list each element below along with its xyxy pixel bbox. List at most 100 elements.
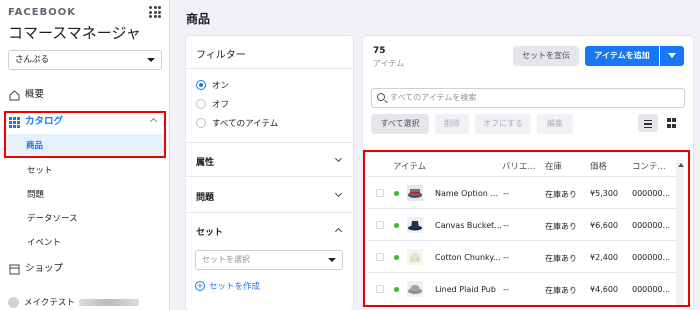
plus-circle-icon: + xyxy=(195,281,205,291)
column-header-content[interactable]: コンテ... xyxy=(632,160,666,172)
app-title: コマースマネージャ xyxy=(8,24,141,42)
column-header-item[interactable]: アイテム xyxy=(393,160,426,172)
section-label: 属性 xyxy=(196,158,215,168)
create-set-label: セットを作成 xyxy=(209,282,261,292)
item-price: ¥5,300 xyxy=(590,189,618,198)
search-icon xyxy=(377,93,385,101)
nav-overview-label: 概要 xyxy=(25,89,45,100)
nav-shops[interactable]: ショップ xyxy=(8,261,63,277)
filter-option-label: オン xyxy=(212,81,230,91)
item-price: ¥4,600 xyxy=(590,285,618,294)
item-name: Name Option ... xyxy=(435,189,499,198)
filter-panel: フィルター オン オフ すべてのアイテム 属性 問題 セット セットを選択 + … xyxy=(186,36,353,310)
filter-option-label: すべてのアイテム xyxy=(212,119,279,129)
nav-overview[interactable]: 概要 xyxy=(8,87,44,103)
column-header-variant[interactable]: バリエ... xyxy=(502,160,536,172)
app-grid-icon[interactable] xyxy=(149,6,161,18)
filter-radio-off[interactable]: オフ xyxy=(196,98,229,110)
item-price: ¥6,600 xyxy=(590,221,618,230)
item-content-id: 000000... xyxy=(632,253,671,262)
row-checkbox[interactable] xyxy=(376,285,384,293)
caret-down-icon xyxy=(147,58,155,62)
item-variant: -- xyxy=(503,189,509,198)
add-items-dropdown[interactable] xyxy=(660,46,684,66)
nav-data-sources[interactable]: データソース xyxy=(27,212,78,226)
status-active-icon xyxy=(394,287,399,292)
caret-down-icon xyxy=(328,258,336,262)
user-name: メイクテスト xyxy=(24,298,75,308)
radio-icon xyxy=(196,99,206,109)
grid-view-icon[interactable] xyxy=(662,114,682,132)
set-select-placeholder: セットを選択 xyxy=(202,255,250,264)
status-active-icon xyxy=(394,191,399,196)
product-thumbnail xyxy=(407,185,423,201)
status-active-icon xyxy=(394,255,399,260)
column-header-stock[interactable]: 在庫 xyxy=(545,160,562,172)
edit-button[interactable]: 編集 xyxy=(537,114,573,134)
nav-events[interactable]: イベント xyxy=(27,236,61,250)
page-title: 商品 xyxy=(186,12,211,26)
radio-icon xyxy=(196,118,206,128)
account-selector[interactable]: さんぷる xyxy=(8,50,162,70)
set-select[interactable]: セットを選択 xyxy=(195,250,343,270)
divider xyxy=(186,68,353,69)
search-input[interactable]: すべてのアイテムを検索 xyxy=(371,88,685,108)
create-set-link[interactable]: + セットを作成 xyxy=(195,280,260,292)
caret-down-icon xyxy=(668,53,676,58)
item-content-id: 000000... xyxy=(632,221,671,230)
highlight-box-catalog xyxy=(4,111,166,158)
item-stock: 在庫あり xyxy=(545,286,577,295)
shop-icon xyxy=(8,263,20,275)
home-icon xyxy=(8,89,20,101)
section-label: セット xyxy=(196,228,224,238)
chevron-down-icon xyxy=(334,189,343,198)
redacted-text xyxy=(78,298,139,306)
filter-radio-on[interactable]: オン xyxy=(196,79,229,91)
column-header-price[interactable]: 価格 xyxy=(590,160,607,172)
item-content-id: 000000... xyxy=(632,189,671,198)
filter-radio-all[interactable]: すべてのアイテム xyxy=(196,117,278,129)
product-thumbnail xyxy=(407,249,423,265)
row-checkbox[interactable] xyxy=(376,253,384,261)
brand-label: FACEBOOK xyxy=(8,7,76,18)
search-placeholder: すべてのアイテムを検索 xyxy=(390,93,477,102)
delete-button[interactable]: 削除 xyxy=(435,114,469,134)
row-checkbox[interactable] xyxy=(376,189,384,197)
item-variant: -- xyxy=(503,221,509,230)
filter-option-label: オフ xyxy=(212,100,230,110)
chevron-up-icon xyxy=(334,227,343,236)
product-thumbnail xyxy=(407,281,423,297)
item-name: Cotton Chunky... xyxy=(435,253,501,262)
item-name: Canvas Bucket... xyxy=(435,221,502,230)
add-items-button[interactable]: アイテムを追加 xyxy=(585,46,659,66)
filter-heading: フィルター xyxy=(196,50,246,61)
item-stock: 在庫あり xyxy=(545,254,577,263)
item-variant: -- xyxy=(503,253,509,262)
item-stock: 在庫あり xyxy=(545,190,577,199)
list-view-icon[interactable] xyxy=(638,114,658,132)
item-price: ¥2,400 xyxy=(590,253,618,262)
turn-off-button[interactable]: オフにする xyxy=(475,114,531,134)
item-stock: 在庫あり xyxy=(545,222,577,231)
account-name: さんぷる xyxy=(15,55,50,65)
scroll-up-icon[interactable] xyxy=(678,163,684,167)
item-variant: -- xyxy=(503,285,509,294)
promote-set-button[interactable]: セットを宣伝 xyxy=(513,46,579,66)
table-scrollbar[interactable] xyxy=(676,160,684,305)
item-content-id: 000000... xyxy=(632,285,671,294)
item-name: Lined Plaid Pub xyxy=(435,285,496,294)
product-thumbnail xyxy=(407,217,423,233)
sidebar: FACEBOOK コマースマネージャ さんぷる 概要 カタログ 商品 セット 問… xyxy=(0,0,170,310)
item-count-label: アイテム xyxy=(373,59,405,68)
section-label: 問題 xyxy=(196,193,215,203)
avatar xyxy=(8,296,19,308)
chevron-down-icon xyxy=(334,154,343,163)
nav-issues[interactable]: 問題 xyxy=(27,188,44,202)
status-active-icon xyxy=(394,223,399,228)
item-count: 75 xyxy=(373,46,386,56)
row-checkbox[interactable] xyxy=(376,221,384,229)
radio-selected-icon xyxy=(196,80,206,90)
nav-sets[interactable]: セット xyxy=(27,164,53,178)
select-all-button[interactable]: すべて選択 xyxy=(371,114,429,134)
user-account[interactable]: メイクテスト xyxy=(8,296,139,308)
